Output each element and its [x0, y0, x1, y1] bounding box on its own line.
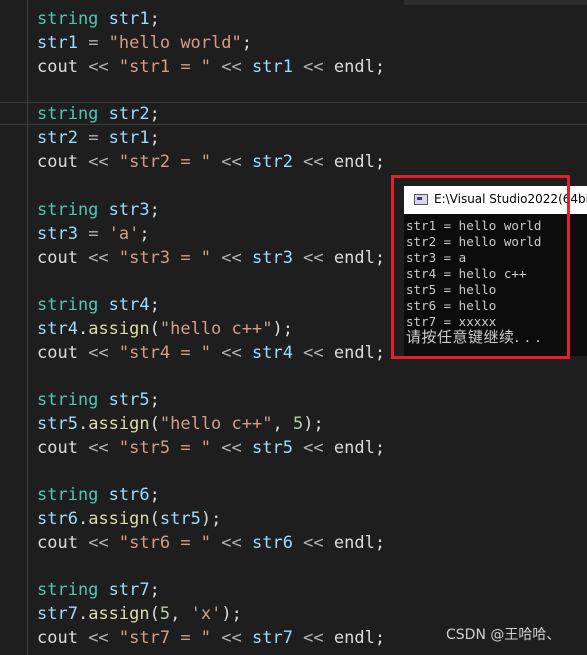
method-name: assign: [88, 414, 150, 434]
variable-name: str2: [251, 152, 293, 172]
variable-name: str5: [108, 390, 150, 410]
code-line[interactable]: cout << "str3 = " << str3 << endl;: [37, 246, 385, 270]
type-keyword: string: [37, 390, 99, 410]
code-line[interactable]: str6.assign(str5);: [37, 507, 221, 531]
variable-name: str1: [251, 57, 293, 77]
string-literal: "str7 = ": [118, 628, 212, 648]
type-keyword: string: [37, 200, 99, 220]
code-line[interactable]: str5.assign("hello c++", 5);: [37, 412, 324, 436]
number-literal: 5: [292, 414, 304, 434]
type-keyword: string: [37, 295, 99, 315]
string-literal: "str5 = ": [118, 438, 212, 458]
string-literal: "hello world": [108, 33, 242, 53]
code-line[interactable]: string str4;: [37, 293, 160, 317]
variable-name: str2: [37, 128, 78, 148]
variable-name: str1: [108, 9, 150, 29]
method-name: assign: [88, 509, 150, 529]
variable-name: str1: [37, 33, 78, 53]
code-line[interactable]: str4.assign("hello c++");: [37, 317, 293, 341]
code-line[interactable]: cout << "str2 = " << str2 << endl;: [37, 150, 385, 174]
code-line[interactable]: string str5;: [37, 388, 160, 412]
variable-name: str7: [108, 580, 150, 600]
variable-name: str4: [108, 295, 150, 315]
top-tab-strip: [404, 0, 587, 5]
code-line[interactable]: str1 = "hello world";: [37, 31, 252, 55]
string-literal: "hello c++": [159, 414, 273, 434]
variable-name: str3: [108, 200, 150, 220]
variable-name: str6: [251, 533, 293, 553]
code-line[interactable]: str2 = str1;: [37, 126, 160, 150]
type-keyword: string: [37, 580, 99, 600]
variable-name: str3: [37, 224, 78, 244]
variable-name: str5: [251, 438, 293, 458]
watermark: CSDN @王哈哈、: [446, 627, 561, 643]
code-line[interactable]: string str2;: [37, 102, 160, 126]
variable-name: str5: [159, 509, 201, 529]
code-line[interactable]: string str1;: [37, 7, 160, 31]
highlight-box: [391, 175, 570, 359]
code-line[interactable]: str3 = 'a';: [37, 222, 150, 246]
variable-name: str1: [108, 128, 150, 148]
code-line[interactable]: cout << "str7 = " << str7 << endl;: [37, 626, 385, 650]
indent-guide: [27, 0, 28, 655]
code-line[interactable]: string str7;: [37, 578, 160, 602]
type-keyword: string: [37, 104, 99, 124]
variable-name: str6: [108, 485, 150, 505]
method-name: assign: [88, 604, 150, 624]
string-literal: "str2 = ": [118, 152, 212, 172]
type-keyword: string: [37, 9, 99, 29]
variable-name: str5: [37, 414, 78, 434]
char-literal: 'x': [190, 604, 222, 624]
type-keyword: string: [37, 485, 99, 505]
code-line[interactable]: str7.assign(5, 'x');: [37, 602, 242, 626]
code-line[interactable]: string str3;: [37, 198, 160, 222]
variable-name: str4: [251, 343, 293, 363]
variable-name: str4: [37, 319, 78, 339]
code-line[interactable]: string str6;: [37, 483, 160, 507]
variable-name: str2: [108, 104, 150, 124]
variable-name: str7: [37, 604, 78, 624]
string-literal: "str1 = ": [118, 57, 212, 77]
code-line[interactable]: cout << "str6 = " << str6 << endl;: [37, 531, 385, 555]
code-line[interactable]: cout << "str1 = " << str1 << endl;: [37, 55, 385, 79]
variable-name: str6: [37, 509, 78, 529]
string-literal: "str6 = ": [118, 533, 212, 553]
code-line[interactable]: cout << "str4 = " << str4 << endl;: [37, 341, 385, 365]
char-literal: 'a': [108, 224, 140, 244]
number-literal: 5: [159, 604, 171, 624]
variable-name: str7: [251, 628, 293, 648]
variable-name: str3: [251, 248, 293, 268]
method-name: assign: [88, 319, 150, 339]
code-line[interactable]: cout << "str5 = " << str5 << endl;: [37, 436, 385, 460]
string-literal: "str4 = ": [118, 343, 212, 363]
string-literal: "hello c++": [159, 319, 273, 339]
string-literal: "str3 = ": [118, 248, 212, 268]
